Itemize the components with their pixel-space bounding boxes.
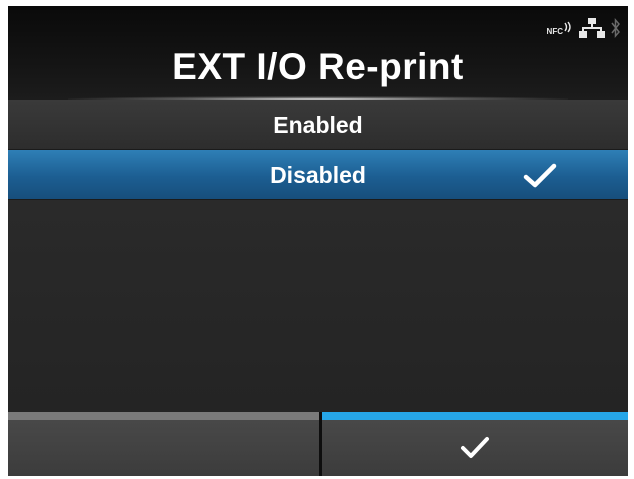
option-list: Enabled Disabled [8,100,628,200]
confirm-button-bar [322,412,628,420]
status-icons: NFC [547,18,620,38]
confirm-button[interactable] [322,412,628,476]
header: EXT I/O Re-print NFC [8,6,628,102]
list-empty-area [8,202,628,412]
back-button[interactable] [8,412,319,476]
check-icon [461,437,489,458]
option-disabled[interactable]: Disabled [8,150,628,200]
footer [8,412,628,476]
nfc-icon: NFC [547,21,573,36]
nfc-label: NFC [546,26,563,36]
bluetooth-icon [611,18,620,38]
option-enabled[interactable]: Enabled [8,100,628,150]
option-label: Enabled [273,112,363,138]
lan-icon [579,18,605,38]
back-button-bar [8,412,319,420]
check-icon [523,163,557,188]
page-title: EXT I/O Re-print [172,46,464,87]
printer-screen: EXT I/O Re-print NFC Enabled Disabled [8,6,628,476]
